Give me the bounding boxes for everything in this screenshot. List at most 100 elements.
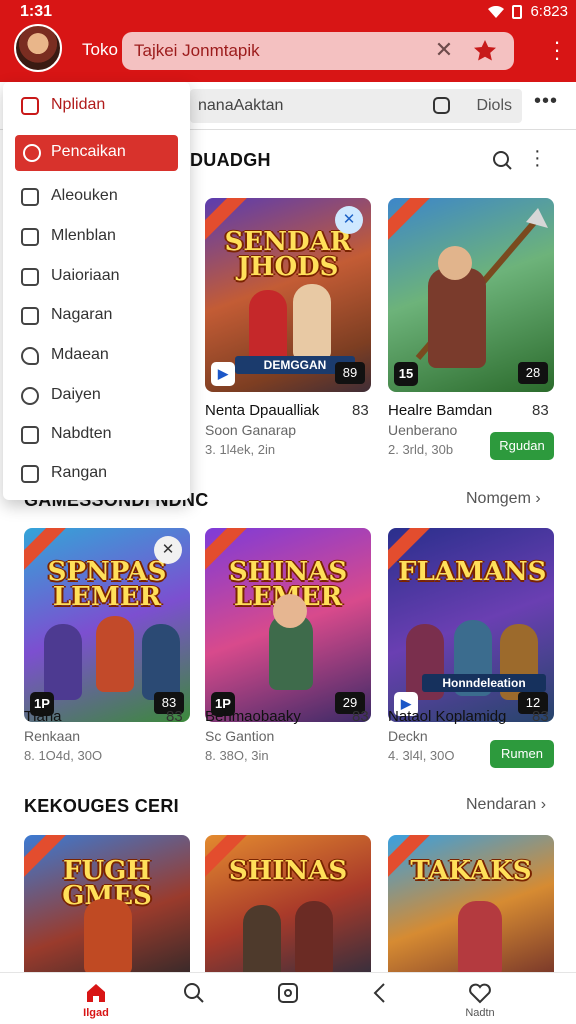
game-meta: 8. 1O4d, 30O [24, 748, 103, 763]
menu-item-label: Nplidan [51, 96, 106, 113]
avatar[interactable] [14, 24, 62, 72]
nav-label: Ilgad [83, 1007, 109, 1019]
share-icon[interactable]: ✕ [154, 536, 182, 564]
search-input[interactable]: Tajkei Jonmtapik ✕ [122, 32, 514, 70]
menu-item[interactable]: Uaioriaan [3, 259, 190, 295]
menu-item[interactable]: Nabdten [3, 417, 190, 453]
game-meta: 3. 1l4ek, 2in [205, 442, 276, 457]
battery-level: 6:823 [530, 3, 568, 20]
game-card[interactable]: 15 28 [388, 198, 554, 392]
game-tag: 83 [352, 402, 369, 419]
card-art-title: TAKAKS [410, 856, 532, 886]
list-icon [21, 268, 39, 286]
character-art [293, 284, 331, 360]
section-title: DUADGH [190, 150, 271, 170]
play-icon[interactable]: ▶ [211, 362, 235, 386]
game-title[interactable]: Nataol Koplamidg [388, 708, 506, 725]
menu-item[interactable]: Nagaran [3, 298, 190, 334]
character-art [458, 901, 502, 972]
menu-item[interactable]: Rangan [3, 456, 190, 492]
game-title[interactable]: Tlana [24, 708, 62, 725]
menu-item-label: Pencaikan [51, 143, 126, 160]
nav-back[interactable] [350, 981, 410, 1021]
episode-badge: 15 [394, 362, 418, 386]
more-vert-icon[interactable]: · · · [534, 141, 541, 175]
character-art [428, 268, 486, 368]
game-tag: 83 [166, 708, 183, 725]
game-subtitle: Uenberano [388, 422, 458, 438]
game-card[interactable]: SENDAR JHODS DEMGGAN ✕ ▶ 89 [205, 198, 371, 392]
status-icons: 6:823 [488, 3, 568, 20]
more-vert-icon[interactable]: · · · [552, 31, 562, 69]
card-art-title: FLAMANS [398, 557, 547, 587]
game-card[interactable]: SHINAS [205, 835, 371, 972]
search-icon[interactable] [490, 148, 514, 172]
nav-home[interactable]: Ilgad [66, 981, 126, 1021]
nav-label: Nadtn [465, 1007, 495, 1019]
game-title[interactable]: Healre Bamdan [388, 402, 492, 419]
game-subtitle: Soon Ganarap [205, 422, 297, 438]
menu-item[interactable]: Nplidan [3, 88, 190, 124]
menu-item-label: Rangan [51, 464, 108, 481]
character-art [84, 899, 132, 972]
nav-square[interactable] [258, 981, 318, 1021]
document-icon [21, 307, 39, 325]
character-art [142, 624, 180, 700]
nav-favorites[interactable]: Nadtn [450, 981, 510, 1021]
menu-item-label: Mdaean [51, 346, 109, 363]
menu-item[interactable]: Aleouken [3, 179, 190, 215]
menu-item[interactable]: Mlenblan [3, 219, 190, 255]
briefcase-icon [21, 188, 39, 206]
game-title[interactable]: Behmaobaaky [205, 708, 301, 725]
filter-value: nanaAaktan [198, 97, 284, 114]
nav-search[interactable] [164, 981, 224, 1021]
rating-badge: 28 [518, 362, 548, 384]
heart-icon [469, 983, 491, 1004]
install-button[interactable]: Rumen [490, 740, 554, 768]
install-button[interactable]: Rgudan [490, 432, 554, 460]
game-meta: 4. 3l4l, 30O [388, 748, 455, 763]
see-more-link[interactable]: Nomgem › [466, 490, 541, 508]
lock-icon [21, 426, 39, 444]
tag-icon [21, 228, 39, 246]
see-more-label: Nomgem [466, 490, 531, 507]
game-card[interactable]: SPNPAS LEMER ✕ 1P 83 [24, 528, 190, 722]
menu-item-label: Mlenblan [51, 227, 116, 244]
menu-item[interactable]: Mdaean [3, 338, 190, 374]
back-icon [373, 983, 385, 1003]
app-header: 1:31 6:823 Toko Tajkei Jonmtapik ✕ · · · [0, 0, 576, 82]
bottom-nav: Ilgad Nadtn [0, 972, 576, 1024]
search-icon [184, 983, 204, 1003]
heart-icon [21, 347, 39, 365]
menu-item-active[interactable]: Pencaikan [15, 135, 178, 171]
character-art [96, 616, 134, 692]
game-subtitle: Renkaan [24, 728, 81, 744]
game-meta: 8. 38O, 3in [205, 748, 269, 763]
game-title[interactable]: Nenta Dpaualliak [205, 402, 319, 419]
game-subtitle: Deckn [388, 728, 428, 744]
section-title: KEKOUGES CERI [24, 796, 179, 816]
close-icon[interactable]: ✕ [432, 39, 456, 63]
game-card[interactable]: SHINAS LEMER 1P 29 [205, 528, 371, 722]
bookmark-star-icon[interactable] [470, 37, 500, 65]
see-more-link[interactable]: Nendaran › [466, 796, 546, 814]
app-title: Toko [82, 40, 118, 59]
game-card[interactable]: FUGH GMES [24, 835, 190, 972]
game-tag: 83 [532, 708, 549, 725]
menu-item[interactable]: Daiyen [3, 378, 190, 414]
more-horiz-icon[interactable]: ••• [534, 90, 558, 113]
character-art [295, 901, 333, 972]
game-card[interactable]: TAKAKS [388, 835, 554, 972]
toggle-icon[interactable] [433, 97, 450, 114]
card-art-title: SHINAS [228, 856, 348, 886]
filter-field[interactable]: nanaAaktan Diols [190, 89, 522, 123]
rating-badge: 89 [335, 362, 365, 384]
game-subtitle: Sc Gantion [205, 728, 275, 744]
share-icon[interactable]: ✕ [335, 206, 363, 234]
app-screen: 1:31 6:823 Toko Tajkei Jonmtapik ✕ · · · n… [0, 0, 576, 1024]
status-time: 1:31 [20, 3, 53, 20]
game-card[interactable]: FLAMANS Honndeleation ▶ 12 [388, 528, 554, 722]
search-value: Tajkei Jonmtapik [134, 41, 260, 60]
bag-icon [21, 97, 39, 115]
battery-icon [512, 4, 523, 19]
